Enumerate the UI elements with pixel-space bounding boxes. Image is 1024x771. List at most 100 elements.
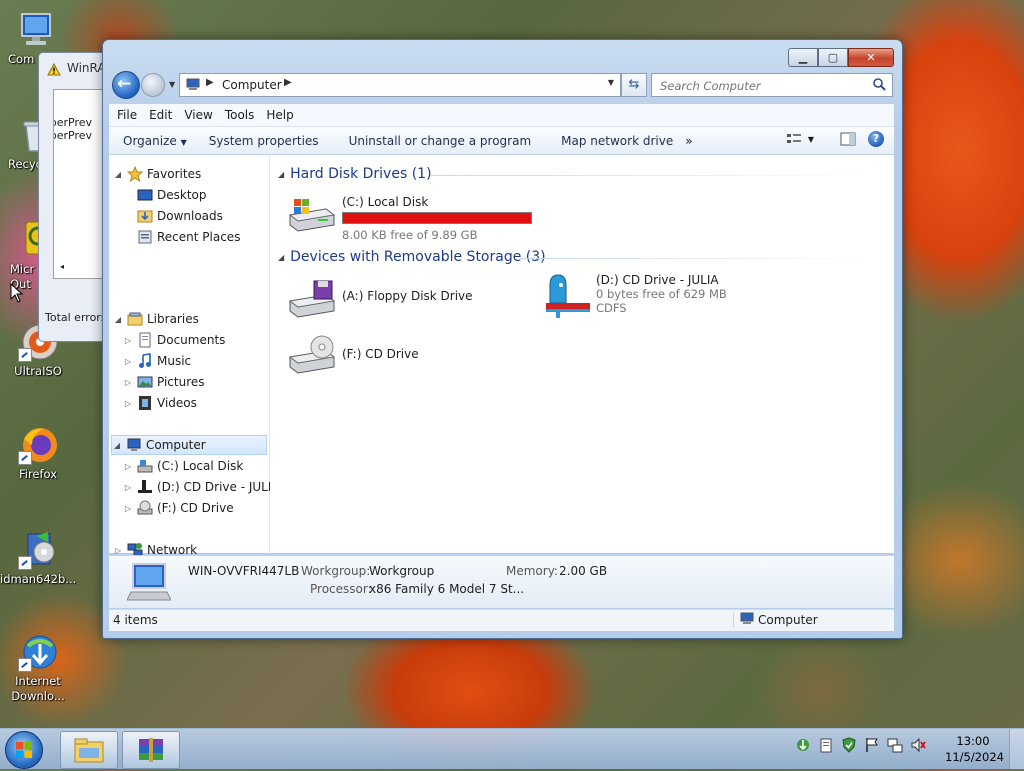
- nav-documents[interactable]: ▷ Documents: [123, 330, 225, 350]
- action-center-flag-icon[interactable]: [864, 737, 880, 756]
- collapse-arrow-icon[interactable]: ◢: [278, 170, 284, 179]
- expand-arrow-icon[interactable]: ▷: [123, 336, 133, 345]
- nav-pictures[interactable]: ▷ Pictures: [123, 372, 205, 392]
- nav-libraries[interactable]: ◢ Libraries: [113, 309, 199, 329]
- content-pane[interactable]: ◢ Hard Disk Drives (1) (C:) Local Disk 8…: [270, 155, 894, 553]
- security-shield-icon[interactable]: [841, 737, 857, 756]
- hard-drive-icon: [137, 458, 153, 474]
- winrar-status: Total errors: [45, 311, 107, 324]
- taskbar: 13:00 11/5/2024: [0, 728, 1024, 769]
- expand-arrow-icon[interactable]: ◢: [112, 441, 122, 450]
- expand-arrow-icon[interactable]: ▷: [123, 399, 133, 408]
- drive-c-local-disk[interactable]: (C:) Local Disk 8.00 KB free of 9.89 GB: [288, 195, 532, 242]
- navigation-pane[interactable]: ◢ Favorites Desktop Downloads Recent Pla…: [109, 155, 280, 557]
- expand-arrow-icon[interactable]: ◢: [113, 170, 123, 179]
- clock[interactable]: 13:00 11/5/2024: [945, 733, 1004, 765]
- menu-edit[interactable]: Edit: [149, 108, 172, 122]
- scroll-left-icon[interactable]: ◂: [60, 262, 64, 271]
- warning-icon: [47, 62, 61, 79]
- expand-arrow-icon[interactable]: ▷: [123, 483, 133, 492]
- system-tray: [795, 737, 926, 756]
- desktop-icon-idman[interactable]: idman642b...: [0, 530, 76, 587]
- explorer-window[interactable]: ▁ ▢ ✕ ▼ ▶ Computer ▶ ▼ ⇆ File Edit View …: [102, 39, 903, 639]
- drive-d-cd-julia[interactable]: (D:) CD Drive - JULIA 0 bytes free of 62…: [542, 273, 727, 318]
- group-title: Hard Disk Drives (1): [290, 166, 432, 182]
- organize-button[interactable]: Organize ▼: [123, 134, 187, 148]
- collapse-arrow-icon[interactable]: ◢: [278, 253, 284, 262]
- show-desktop-button[interactable]: [1009, 729, 1024, 769]
- menu-view[interactable]: View: [184, 108, 212, 122]
- group-hard-disk-drives[interactable]: ◢ Hard Disk Drives (1): [278, 166, 432, 182]
- search-box[interactable]: [651, 73, 893, 97]
- forward-button[interactable]: [141, 73, 165, 97]
- nav-label: Pictures: [157, 375, 205, 389]
- expand-arrow-icon[interactable]: ▷: [113, 546, 123, 555]
- drive-f-cd[interactable]: (F:) CD Drive: [288, 335, 419, 375]
- volume-muted-icon[interactable]: [910, 737, 926, 756]
- nav-favorites[interactable]: ◢ Favorites: [113, 164, 201, 184]
- menu-tools[interactable]: Tools: [225, 108, 255, 122]
- desktop-icon-label: idman642b...: [0, 572, 77, 586]
- uninstall-program-button[interactable]: Uninstall or change a program: [349, 134, 532, 148]
- nav-downloads[interactable]: Downloads: [123, 206, 223, 226]
- network-tray-icon[interactable]: [887, 737, 903, 756]
- taskbar-explorer-button[interactable]: [60, 731, 118, 769]
- search-input[interactable]: [658, 76, 862, 96]
- shortcut-arrow-icon: [18, 658, 32, 672]
- breadcrumb-arrow-icon[interactable]: ▶: [206, 77, 214, 88]
- nav-desktop[interactable]: Desktop: [123, 185, 207, 205]
- group-removable-storage[interactable]: ◢ Devices with Removable Storage (3): [278, 249, 546, 265]
- change-view-button[interactable]: ▼: [786, 132, 814, 146]
- address-bar[interactable]: ▶ Computer ▶ ▼: [179, 73, 621, 97]
- expand-arrow-icon[interactable]: ▷: [123, 504, 133, 513]
- nav-label: Favorites: [147, 167, 202, 181]
- address-dropdown-icon[interactable]: ▼: [608, 78, 614, 87]
- preview-pane-icon[interactable]: [840, 132, 856, 146]
- processor-label: Processor:: [310, 582, 372, 596]
- system-properties-button[interactable]: System properties: [209, 134, 319, 148]
- minimize-button[interactable]: ▁: [788, 48, 818, 67]
- menu-help[interactable]: Help: [266, 108, 293, 122]
- breadcrumb-computer[interactable]: Computer: [222, 78, 282, 92]
- desktop-icon-internet-download-manager[interactable]: Internet Downlo...: [0, 632, 76, 704]
- computer-icon: [740, 612, 754, 628]
- help-icon[interactable]: ?: [868, 131, 884, 147]
- desktop-icon-firefox[interactable]: Firefox: [0, 425, 76, 482]
- expand-arrow-icon[interactable]: ◢: [113, 315, 123, 324]
- close-button[interactable]: ✕: [848, 48, 894, 67]
- nav-local-disk-c[interactable]: ▷ (C:) Local Disk: [123, 456, 243, 476]
- drive-a-floppy[interactable]: (A:) Floppy Disk Drive: [288, 279, 473, 319]
- expand-arrow-icon[interactable]: ▷: [123, 357, 133, 366]
- start-button[interactable]: [5, 731, 43, 769]
- nav-videos[interactable]: ▷ Videos: [123, 393, 197, 413]
- recent-pages-dropdown[interactable]: ▼: [169, 80, 175, 89]
- nav-computer[interactable]: ◢ Computer: [111, 435, 267, 455]
- clipboard-tray-icon[interactable]: [818, 737, 834, 756]
- libraries-icon: [127, 311, 143, 327]
- expand-arrow-icon[interactable]: ▷: [123, 378, 133, 387]
- nav-music[interactable]: ▷ Music: [123, 351, 191, 371]
- refresh-button[interactable]: ⇆: [621, 73, 647, 97]
- expand-arrow-icon[interactable]: ▷: [123, 462, 133, 471]
- floppy-drive-icon: [288, 279, 336, 319]
- search-icon[interactable]: [873, 78, 886, 94]
- nav-recent-places[interactable]: Recent Places: [123, 227, 240, 247]
- breadcrumb-arrow-icon[interactable]: ▶: [284, 77, 292, 88]
- nav-cd-drive-d[interactable]: ▷ (D:) CD Drive - JULIA: [123, 477, 280, 497]
- back-button[interactable]: [112, 71, 140, 99]
- cd-drive-julia-icon: [542, 273, 592, 318]
- taskbar-winrar-button[interactable]: [122, 731, 180, 769]
- star-icon: [126, 165, 144, 183]
- clock-date: 11/5/2024: [945, 750, 1004, 764]
- drive-free-space: 0 bytes free of 629 MB: [596, 287, 727, 301]
- map-network-drive-button[interactable]: Map network drive: [561, 134, 673, 148]
- more-commands-button[interactable]: »: [685, 134, 692, 148]
- menu-file[interactable]: File: [117, 108, 137, 122]
- maximize-button[interactable]: ▢: [818, 48, 848, 67]
- nav-cd-drive-f[interactable]: ▷ (F:) CD Drive: [123, 498, 234, 518]
- desktop-icon: [137, 187, 153, 203]
- idm-tray-icon[interactable]: [795, 737, 811, 756]
- drive-file-system: CDFS: [596, 301, 627, 315]
- nav-label: Documents: [157, 333, 226, 347]
- processor-value: x86 Family 6 Model 7 St...: [369, 582, 525, 596]
